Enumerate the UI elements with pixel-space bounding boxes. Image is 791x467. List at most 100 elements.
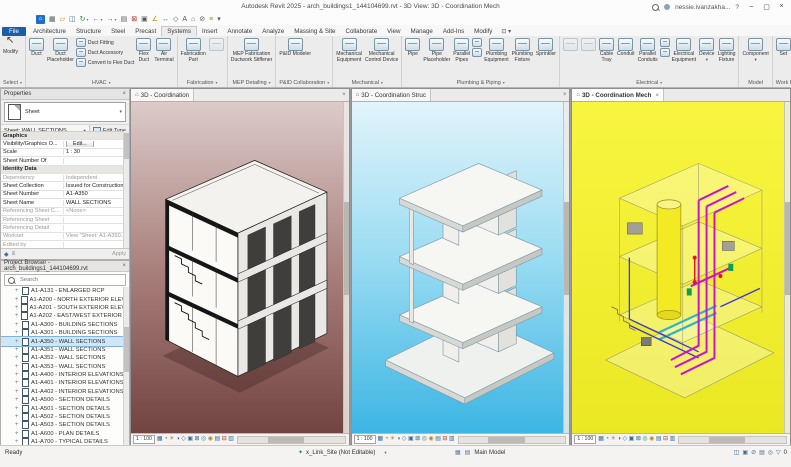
browser-item-a1-a501-section-details[interactable]: + A1-A501 - SECTION DETAILS bbox=[1, 404, 124, 413]
structural-3d-model[interactable] bbox=[351, 102, 570, 445]
shadows-icon[interactable]: ◑ bbox=[617, 436, 621, 443]
shadows-icon[interactable]: ◑ bbox=[176, 436, 180, 443]
edit-visibility-button[interactable]: Edit... bbox=[66, 141, 94, 148]
canvas-coordination-mech[interactable]: 1 : 100 ▦ ◔ ☀ ◑ ◇ ▣ ⊠ ◎ ◉ ▤ ⊟ ▥ bbox=[572, 102, 791, 445]
type-selector[interactable]: Sheet ▾ bbox=[4, 102, 126, 122]
view-tab-coordination-struc[interactable]: ⌂ 3D - Coordination Struc bbox=[351, 89, 431, 101]
ribbon-button-duct-fitting[interactable]: Duct Fitting bbox=[75, 38, 134, 47]
browser-item-a1-a503-section-details[interactable]: + A1-A503 - SECTION DETAILS bbox=[1, 421, 124, 430]
design-option-selector[interactable]: ▦ ▤ Main Model bbox=[455, 449, 505, 457]
detail-level-icon[interactable]: ▦ bbox=[157, 436, 163, 443]
worksharing-display-icon[interactable]: ▥ bbox=[228, 436, 234, 443]
editable-only-icon[interactable]: ◫ bbox=[734, 449, 740, 456]
browser-item-a1-a301-building-sections[interactable]: + A1-A301 - BUILDING SECTIONS bbox=[1, 329, 124, 338]
detail-level-icon[interactable]: ▦ bbox=[598, 436, 604, 443]
ribbon-button-sprinkler[interactable]: Sprinkler bbox=[535, 37, 557, 78]
constraints-icon[interactable]: ⊟ bbox=[663, 436, 668, 443]
browser-search-input[interactable] bbox=[18, 276, 112, 284]
expand-icon[interactable]: + bbox=[15, 339, 20, 345]
apply-button[interactable]: Apply bbox=[112, 251, 126, 257]
ribbon-button-device[interactable]: Device ▾ bbox=[698, 37, 716, 78]
ribbon-button-lighting-fixture[interactable]: Lighting Fixture bbox=[717, 37, 737, 78]
panel-label-p-id-collaboration[interactable]: P&ID Collaboration ▾ bbox=[276, 78, 332, 87]
help-menu[interactable]: ? bbox=[735, 4, 739, 11]
print-icon[interactable]: ▤ bbox=[121, 15, 128, 24]
browser-item-a1-a400-interior-elevations[interactable]: + A1-A400 - INTERIOR ELEVATIONS bbox=[1, 371, 124, 380]
panel-launcher-icon[interactable]: ▾ bbox=[269, 80, 271, 85]
text-icon[interactable]: A bbox=[182, 15, 187, 24]
properties-close-icon[interactable]: × bbox=[122, 91, 126, 97]
expand-icon[interactable]: + bbox=[15, 372, 20, 378]
tab-view[interactable]: View bbox=[382, 27, 405, 36]
browser-search[interactable] bbox=[4, 274, 126, 286]
ribbon-button-plumbing-fixture[interactable]: Plumbing Fixture bbox=[511, 37, 534, 78]
horizontal-scrollbar[interactable] bbox=[678, 435, 788, 444]
crop-region-icon[interactable]: ⊠ bbox=[194, 436, 199, 443]
workset-dropdown-icon[interactable]: ▾ bbox=[384, 450, 386, 456]
maximize-button[interactable]: ▢ bbox=[759, 3, 774, 11]
ribbon-button-pipe-fitting-icon[interactable] bbox=[472, 38, 483, 47]
exclude-links-icon[interactable]: ⊘ bbox=[751, 449, 756, 456]
thin-lines-icon[interactable]: ≡ bbox=[209, 15, 213, 24]
crop-view-icon[interactable]: ▣ bbox=[408, 436, 414, 443]
undo-icon-dropdown[interactable]: ▾ bbox=[101, 15, 103, 24]
tab-file[interactable]: File bbox=[2, 27, 26, 36]
ribbon-button-duct-accessory[interactable]: Duct Accessory bbox=[75, 48, 134, 57]
tab-precast[interactable]: Precast bbox=[130, 27, 161, 36]
filter-icon[interactable]: ▽ bbox=[776, 449, 781, 456]
view-scale-button[interactable]: 1 : 100 bbox=[574, 435, 597, 444]
expand-icon[interactable]: + bbox=[15, 288, 20, 294]
ribbon-button-modify[interactable]: Modify bbox=[2, 36, 19, 78]
browser-item-a1-a200-north-exterior-elevation[interactable]: +A1-A200 - NORTH EXTERIOR ELEVATION bbox=[1, 295, 124, 304]
ribbon-button-cable-tray[interactable]: Cable Tray bbox=[598, 37, 615, 78]
tag-by-category-icon[interactable]: ◇ bbox=[173, 15, 178, 24]
temporary-view-properties-icon[interactable]: ▤ bbox=[656, 436, 662, 443]
panel-label-hvac[interactable]: HVAC ▾ bbox=[26, 78, 177, 87]
ribbon-button-electrical-equipment[interactable]: Electrical Equipment bbox=[671, 37, 697, 78]
redo-icon-dropdown[interactable]: ▾ bbox=[115, 15, 117, 24]
reveal-hidden-elements-icon[interactable]: ◉ bbox=[208, 436, 213, 443]
temporary-hide-isolate-icon[interactable]: ◎ bbox=[422, 436, 427, 443]
panel-launcher-icon[interactable]: ▾ bbox=[109, 80, 111, 85]
tab-systems[interactable]: Systems bbox=[161, 26, 197, 36]
architecture-3d-model[interactable] bbox=[131, 102, 349, 445]
ribbon-button-set[interactable]: Set bbox=[775, 37, 791, 78]
tab-architecture[interactable]: Architecture bbox=[28, 27, 71, 36]
expand-icon[interactable]: + bbox=[15, 305, 19, 311]
ribbon-button-conduit[interactable]: Conduit bbox=[616, 37, 636, 78]
browser-item-a1-a401-interior-elevations[interactable]: + A1-A401 - INTERIOR ELEVATIONS bbox=[1, 379, 124, 388]
open-icon[interactable]: ▱ bbox=[60, 15, 65, 24]
tab-massing-site[interactable]: Massing & Site bbox=[289, 27, 340, 36]
account-icon[interactable] bbox=[664, 4, 671, 10]
tab-annotate[interactable]: Annotate bbox=[222, 27, 257, 36]
ribbon-button-cable-tray-fitting-icon[interactable] bbox=[659, 48, 670, 57]
canvas-coordination-struc[interactable]: 1 : 100 ▦ ◔ ☀ ◑ ◇ ▣ ⊠ ◎ ◉ ▤ ⊟ ▥ bbox=[351, 102, 570, 445]
sun-path-icon[interactable]: ☀ bbox=[169, 436, 174, 443]
expand-icon[interactable]: + bbox=[15, 355, 20, 361]
tab-analyze[interactable]: Analyze bbox=[257, 27, 289, 36]
sync-with-central-icon-dropdown[interactable]: ▾ bbox=[87, 15, 89, 24]
project-browser-close-icon[interactable]: × bbox=[122, 263, 126, 269]
rendering-dialog-icon[interactable]: ◇ bbox=[623, 436, 628, 443]
tab-add-ins[interactable]: Add-Ins bbox=[438, 27, 469, 36]
expand-icon[interactable]: + bbox=[15, 322, 20, 328]
expand-icon[interactable]: + bbox=[15, 397, 20, 403]
expand-icon[interactable]: + bbox=[15, 297, 19, 303]
ribbon-button-mechanical-control-device[interactable]: Mechanical Control Device bbox=[364, 37, 399, 78]
ribbon-button-duct-placeholder[interactable]: Duct Placeholder bbox=[46, 37, 75, 78]
ribbon-button-flex-duct[interactable]: Flex Duct bbox=[135, 37, 152, 78]
vertical-scrollbar[interactable] bbox=[784, 102, 791, 434]
visual-style-icon[interactable]: ◔ bbox=[605, 436, 609, 443]
browser-scrollbar[interactable] bbox=[123, 287, 129, 445]
expand-icon[interactable]: + bbox=[15, 406, 20, 412]
properties-filter-icon[interactable]: ≡ bbox=[12, 251, 16, 257]
section-icon[interactable]: ⊘ bbox=[199, 15, 205, 24]
type-selector-dropdown-icon[interactable]: ▾ bbox=[119, 109, 122, 115]
browser-item-a1-a502-section-details[interactable]: + A1-A502 - SECTION DETAILS bbox=[1, 413, 124, 422]
temporary-hide-isolate-icon[interactable]: ◎ bbox=[201, 436, 206, 443]
expand-icon[interactable]: + bbox=[15, 347, 20, 353]
ribbon-button-conduit-fitting-icon[interactable] bbox=[659, 38, 670, 47]
browser-item-a1-a600-plan-details[interactable]: + A1-A600 - PLAN DETAILS bbox=[1, 429, 124, 438]
home-icon[interactable]: ⌂ bbox=[36, 15, 45, 24]
tab-structure[interactable]: Structure bbox=[71, 27, 106, 36]
